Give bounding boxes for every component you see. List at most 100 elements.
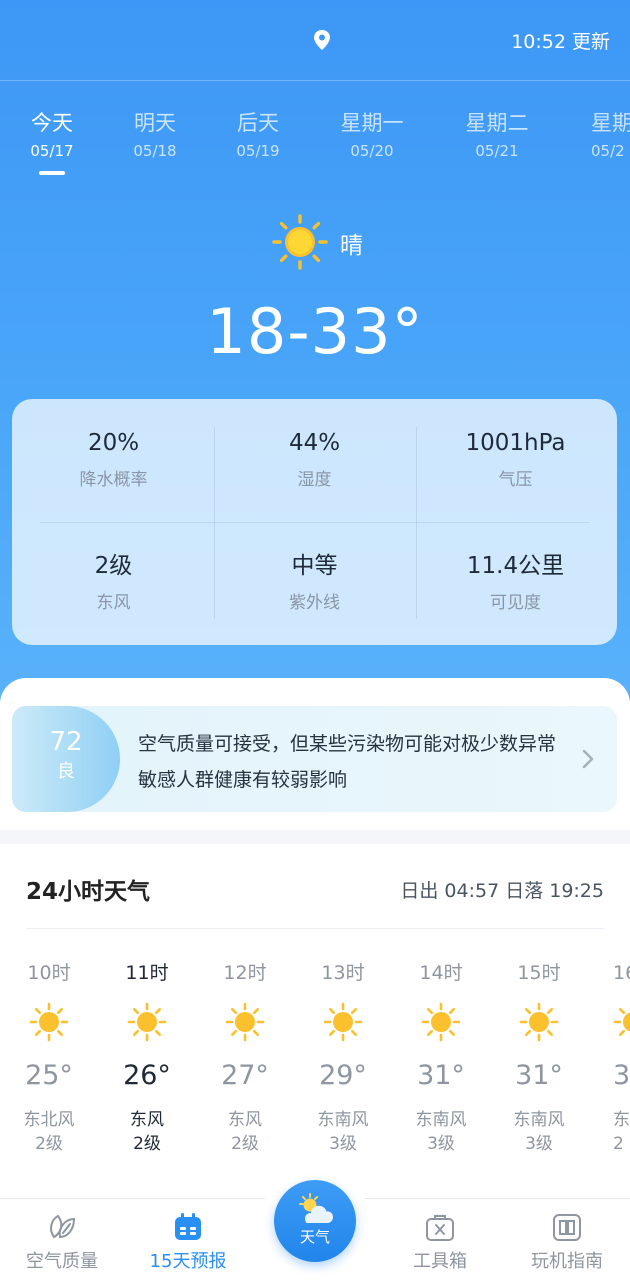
- hour-temp: 25°: [25, 1060, 73, 1091]
- hour-temp: 27°: [221, 1060, 269, 1091]
- hour-temp: 31°: [417, 1060, 465, 1091]
- top-bar: 10:52 更新: [0, 0, 630, 81]
- chevron-right-icon[interactable]: [581, 748, 595, 770]
- sun-icon: [225, 1002, 265, 1042]
- hour-wind-level: 3级: [427, 1134, 455, 1154]
- hour-time: 10时: [27, 962, 71, 984]
- partly-cloudy-icon: [299, 1193, 333, 1223]
- toolbox-icon: [426, 1215, 454, 1241]
- hour-item[interactable]: 15时 31° 东南风 3级: [490, 958, 588, 1156]
- detail-pressure: 1001hPa 气压: [415, 427, 616, 493]
- hour-wind-dir: 东南: [613, 1110, 630, 1130]
- day-tab-tuesday[interactable]: 星期二 05/21: [442, 106, 552, 162]
- detail-value: 11.4公里: [466, 553, 565, 579]
- day-tab-name: 今天: [31, 111, 73, 135]
- hour-wind-dir: 东风: [228, 1110, 262, 1130]
- hour-time: 12时: [223, 962, 267, 984]
- nav-toolbox[interactable]: 工具箱: [380, 1211, 500, 1275]
- day-tab-date: 05/2: [591, 142, 625, 160]
- day-tab-today[interactable]: 今天 05/17: [0, 106, 107, 175]
- detail-label: 气压: [498, 470, 533, 490]
- active-tab-indicator: [39, 171, 65, 175]
- day-tab-name: 明天: [134, 111, 176, 135]
- nav-phone-guide[interactable]: 玩机指南: [507, 1211, 627, 1275]
- detail-label: 湿度: [297, 470, 332, 490]
- day-tab-name: 星期二: [465, 111, 529, 135]
- hour-item[interactable]: 16 3 东南 2: [613, 958, 630, 1156]
- nav-weather-center-button[interactable]: 天气: [274, 1180, 356, 1262]
- day-tab-monday[interactable]: 星期一 05/20: [317, 106, 427, 162]
- day-tab-name: 星期一: [340, 111, 404, 135]
- hour-wind-dir: 东风: [130, 1110, 164, 1130]
- weather-hero: 10:52 更新 今天 05/17 明天 05/18 后天 05/19 星期一 …: [0, 0, 630, 720]
- day-tab-wednesday[interactable]: 星期 05/2: [591, 106, 630, 162]
- hour-temp: 29°: [319, 1060, 367, 1091]
- sun-icon: [127, 1002, 167, 1042]
- location-pin-icon[interactable]: [312, 29, 332, 51]
- hour-wind-level: 2级: [35, 1134, 63, 1154]
- day-tab-tomorrow[interactable]: 明天 05/18: [100, 106, 210, 162]
- hourly-forecast-section: 24小时天气 日出 04:57 日落 19:25 10时 25° 东北风 2级 …: [0, 844, 630, 1198]
- hour-item[interactable]: 11时 26° 东风 2级: [98, 958, 196, 1156]
- hour-item[interactable]: 10时 25° 东北风 2级: [0, 958, 98, 1156]
- sun-icon: [29, 1002, 69, 1042]
- nav-15-day-forecast[interactable]: 15天预报: [128, 1211, 248, 1275]
- detail-value: 2级: [94, 553, 133, 579]
- detail-humidity: 44% 湿度: [214, 427, 415, 493]
- air-quality-card[interactable]: 72 良 空气质量可接受，但某些污染物可能对极少数异常敏感人群健康有较弱影响: [12, 706, 617, 812]
- detail-visibility: 11.4公里 可见度: [415, 550, 616, 616]
- detail-value: 44%: [288, 430, 341, 456]
- hour-wind-dir: 东北风: [23, 1110, 75, 1130]
- day-tab-date: 05/17: [30, 142, 74, 160]
- hour-wind-dir: 东南风: [513, 1110, 565, 1130]
- hour-time: 15时: [517, 962, 561, 984]
- sun-icon: [272, 214, 328, 270]
- weather-condition: 晴: [340, 233, 363, 259]
- hour-wind-level: 3级: [329, 1134, 357, 1154]
- nav-label: 天气: [299, 1228, 330, 1246]
- calendar-icon: [175, 1213, 201, 1240]
- hour-item[interactable]: 13时 29° 东南风 3级: [294, 958, 392, 1156]
- detail-label: 紫外线: [289, 593, 340, 613]
- leaf-icon: [50, 1214, 76, 1239]
- hour-wind-dir: 东南风: [415, 1110, 467, 1130]
- day-tab-name: 星期: [591, 111, 630, 135]
- day-tab-date: 05/20: [350, 142, 394, 160]
- aqi-value: 72: [49, 727, 83, 757]
- temperature-range: 18-33°: [206, 295, 424, 368]
- hour-item[interactable]: 12时 27° 东风 2级: [196, 958, 294, 1156]
- sun-icon: [613, 1008, 630, 1037]
- hour-temp: 26°: [123, 1060, 171, 1091]
- detail-uv: 中等 紫外线: [214, 550, 415, 616]
- day-tab-name: 后天: [237, 111, 279, 135]
- detail-value: 1001hPa: [465, 430, 566, 456]
- weather-details-panel: 20% 降水概率 44% 湿度 1001hPa 气压 2级 东风 中等 紫外线 …: [12, 399, 617, 645]
- aqi-description: 空气质量可接受，但某些污染物可能对极少数异常敏感人群健康有较弱影响: [138, 733, 557, 791]
- day-tab-date: 05/18: [133, 142, 177, 160]
- aqi-level: 良: [57, 761, 75, 782]
- hour-time: 13时: [321, 962, 365, 984]
- hour-time: 16: [613, 962, 630, 984]
- divider: [26, 928, 604, 929]
- sun-icon: [519, 1002, 559, 1042]
- book-icon: [553, 1214, 581, 1241]
- hour-time: 14时: [419, 962, 463, 984]
- hour-item[interactable]: 14时 31° 东南风 3级: [392, 958, 490, 1156]
- nav-label: 玩机指南: [531, 1251, 603, 1272]
- hour-temp: 31°: [515, 1060, 563, 1091]
- detail-label: 东风: [96, 593, 131, 613]
- sun-icon: [323, 1002, 363, 1042]
- nav-air-quality[interactable]: 空气质量: [2, 1211, 122, 1275]
- divider: [40, 522, 589, 523]
- detail-label: 可见度: [490, 593, 541, 613]
- hour-time: 11时: [125, 962, 169, 984]
- hour-wind-level: 2: [613, 1134, 624, 1154]
- nav-label: 15天预报: [149, 1251, 227, 1272]
- hour-temp: 3: [613, 1060, 630, 1091]
- detail-wind: 2级 东风: [13, 550, 214, 616]
- day-tabs: 今天 05/17 明天 05/18 后天 05/19 星期一 05/20 星期二…: [0, 106, 630, 186]
- day-tab-date: 05/19: [236, 142, 280, 160]
- hourly-title: 24小时天气: [26, 879, 151, 905]
- day-tab-day-after[interactable]: 后天 05/19: [203, 106, 313, 162]
- hour-wind-level: 2级: [133, 1134, 161, 1154]
